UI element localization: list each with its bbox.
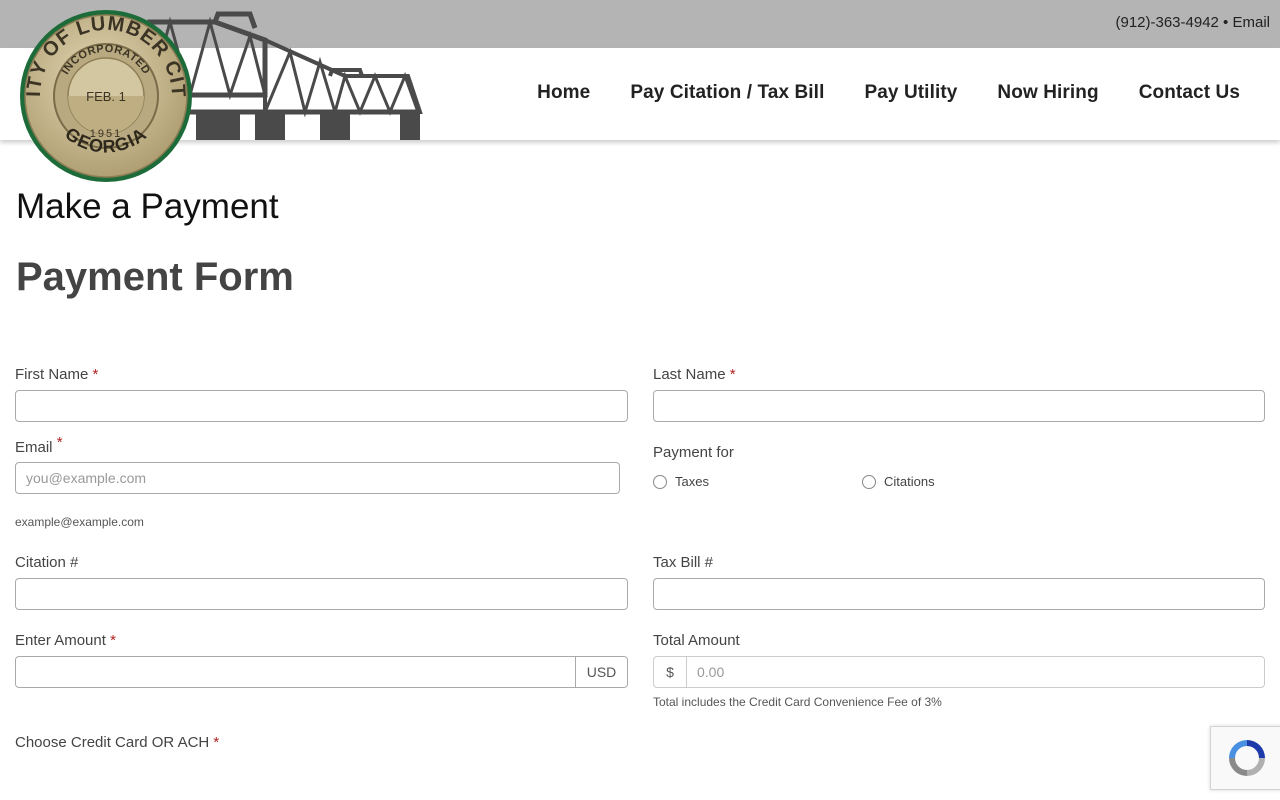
radio-citations-label: Citations [884,474,935,489]
tax-bill-label: Tax Bill # [653,554,714,571]
payment-method-label: Choose Credit Card OR ACH * [15,734,219,751]
last-name-label: Last Name * [653,366,736,383]
first-name-input[interactable] [15,390,628,422]
citation-input[interactable] [15,578,628,610]
first-name-label-text: First Name [15,366,89,383]
email-hint: example@example.com [15,515,144,529]
required-mark: * [56,434,63,451]
main-nav: Home Pay Citation / Tax Bill Pay Utility… [537,82,1240,104]
nav-pay-utility[interactable]: Pay Utility [864,82,957,104]
email-input[interactable] [15,462,620,494]
email-link[interactable]: Email [1232,14,1270,31]
last-name-input[interactable] [653,390,1265,422]
recaptcha-icon [1229,740,1265,776]
nav-contact-us[interactable]: Contact Us [1139,82,1240,104]
required-mark: * [729,366,736,383]
phone-number: (912)-363-4942 [1115,14,1219,31]
currency-addon: USD [575,656,628,688]
dollar-addon: $ [653,656,687,688]
radio-circle[interactable] [653,474,667,489]
contact-separator: • [1218,14,1233,31]
tax-bill-input[interactable] [653,578,1265,610]
seal-date: FEB. 1 [86,89,126,104]
citation-label: Citation # [15,554,79,571]
email-label: Email * [15,434,63,456]
required-mark: * [110,632,116,649]
site-logo[interactable]: CITY OF LUMBER CITY INCORPORATED FEB. 1 … [0,0,430,190]
radio-taxes[interactable]: Taxes [653,474,709,489]
bridge-graphic [147,11,423,140]
nav-pay-citation-tax-bill[interactable]: Pay Citation / Tax Bill [630,82,824,104]
city-seal: CITY OF LUMBER CITY INCORPORATED FEB. 1 … [0,0,192,182]
radio-taxes-label: Taxes [675,474,709,489]
amount-label-text: Enter Amount [15,632,106,649]
contact-info: (912)-363-4942 • Email [1115,14,1270,31]
payment-method-label-text: Choose Credit Card OR ACH [15,734,210,751]
nav-home[interactable]: Home [537,82,590,104]
payment-for-label: Payment for [653,444,734,461]
required-mark: * [92,366,99,383]
first-name-label: First Name * [15,366,98,383]
form-title: Payment Form [16,255,294,299]
radio-circle[interactable] [862,474,876,489]
total-amount-input [686,656,1265,688]
email-label-text: Email [15,439,53,456]
fee-note: Total includes the Credit Card Convenien… [653,695,942,709]
amount-label: Enter Amount * [15,632,116,649]
page-title: Make a Payment [16,187,279,226]
last-name-label-text: Last Name [653,366,726,383]
amount-input[interactable] [15,656,576,688]
total-amount-label: Total Amount [653,632,740,649]
nav-now-hiring[interactable]: Now Hiring [997,82,1098,104]
radio-citations[interactable]: Citations [862,474,935,489]
required-mark: * [213,734,220,751]
recaptcha-badge[interactable] [1210,726,1280,790]
